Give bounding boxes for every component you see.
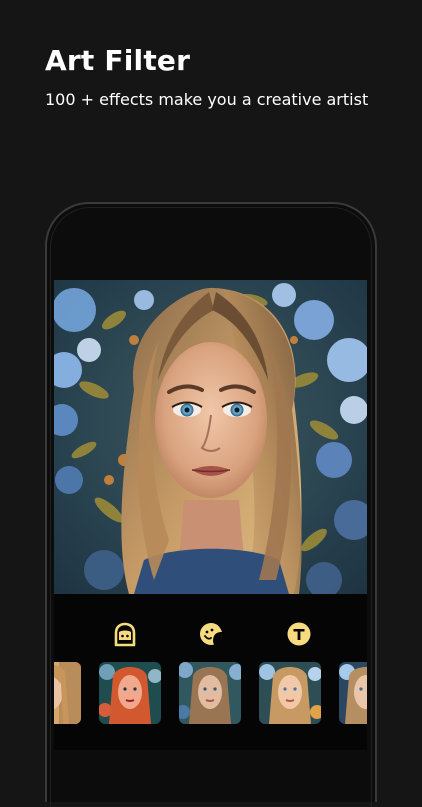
edited-photo [54,280,367,598]
editor-toolbar [54,594,367,750]
portrait-artwork [54,280,367,598]
filter-thumb-5-image [339,662,367,724]
sticker-icon [200,623,222,646]
app-store-screenshot: Art Filter 100 + effects make you a crea… [0,0,422,807]
filter-thumb-4[interactable] [259,662,321,724]
face-cartoon-button[interactable] [111,620,139,648]
filter-thumb-2-image [99,662,161,724]
page-subtitle: 100 + effects make you a creative artist [45,90,369,109]
app-screen [54,280,367,750]
filter-thumb-1-image [54,662,81,724]
text-tool-button[interactable] [285,620,313,648]
filter-thumb-3-image [179,662,241,724]
filter-thumb-5[interactable] [339,662,367,724]
filter-thumb-2[interactable] [99,662,161,724]
sticker-button[interactable] [197,620,225,648]
page-title: Art Filter [45,44,191,77]
filter-thumb-3[interactable] [179,662,241,724]
face-cartoon-icon [114,622,136,647]
filter-thumb-4-image [259,662,321,724]
filter-thumb-1[interactable] [54,662,81,724]
text-icon [287,622,311,646]
